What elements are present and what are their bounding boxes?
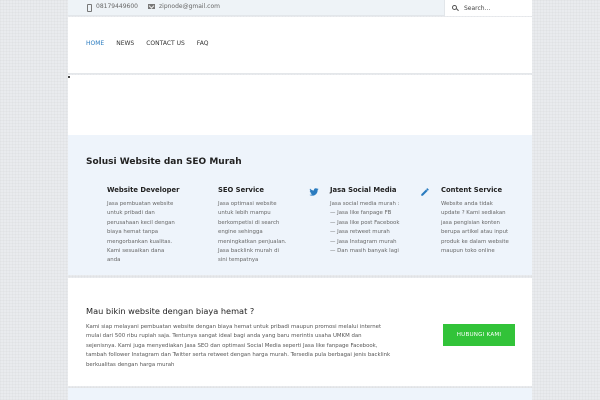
cta-heading: Mau bikin website dengan biaya hemat ? <box>86 306 255 316</box>
service-description: Jasa social media murah : — Jasa like fa… <box>330 201 400 255</box>
service-social-media: Jasa Social Media Jasa social media mura… <box>330 186 416 256</box>
contact-info: 08179449600 zipnode@gmail.com <box>86 3 220 12</box>
slider-marker <box>68 76 70 78</box>
email-contact[interactable]: zipnode@gmail.com <box>148 3 220 10</box>
pencil-icon <box>421 188 429 196</box>
service-title[interactable]: SEO Service <box>218 186 304 194</box>
phone-icon <box>86 3 92 12</box>
search-icon[interactable] <box>452 5 458 11</box>
cta-body: Kami siap melayani pembuatan website den… <box>86 324 391 368</box>
nav-item-home[interactable]: HOME <box>86 40 104 47</box>
service-description: Website anda tidak update ? Kami sediaka… <box>441 201 509 255</box>
service-website-developer: Website Developer Jasa pembuatan website… <box>107 186 193 266</box>
phone-contact[interactable]: 08179449600 <box>86 3 138 12</box>
contact-us-button[interactable]: HUBUNGI KAMI <box>443 324 515 346</box>
service-title[interactable]: Jasa Social Media <box>330 186 416 194</box>
top-bar: 08179449600 zipnode@gmail.com <box>68 0 532 16</box>
search-input[interactable] <box>464 4 528 12</box>
service-description: Jasa pembuatan website untuk pribadi dan… <box>107 201 175 264</box>
footer-strip <box>68 388 532 400</box>
service-seo: SEO Service Jasa optimasi website untuk … <box>218 186 304 266</box>
phone-number: 08179449600 <box>96 3 138 10</box>
nav-item-news[interactable]: NEWS <box>116 40 134 47</box>
twitter-bird-icon <box>309 188 319 196</box>
service-title[interactable]: Website Developer <box>107 186 193 194</box>
service-description: Jasa optimasi website untuk lebih mampu … <box>218 201 287 264</box>
main-nav: HOME NEWS CONTACT US FAQ <box>86 40 208 47</box>
services-heading: Solusi Website dan SEO Murah <box>86 157 242 167</box>
cta-section: Mau bikin website dengan biaya hemat ? K… <box>68 278 532 386</box>
email-address: zipnode@gmail.com <box>159 3 220 10</box>
search-box[interactable] <box>444 0 532 16</box>
site-header: HOME NEWS CONTACT US FAQ <box>68 17 532 74</box>
slider-area <box>68 75 532 135</box>
nav-item-contact-us[interactable]: CONTACT US <box>146 40 185 47</box>
nav-item-faq[interactable]: FAQ <box>197 40 209 47</box>
service-title[interactable]: Content Service <box>441 186 527 194</box>
envelope-icon <box>148 4 155 9</box>
services-section: Solusi Website dan SEO Murah Website Dev… <box>68 135 532 275</box>
service-content: Content Service Website anda tidak updat… <box>441 186 527 256</box>
